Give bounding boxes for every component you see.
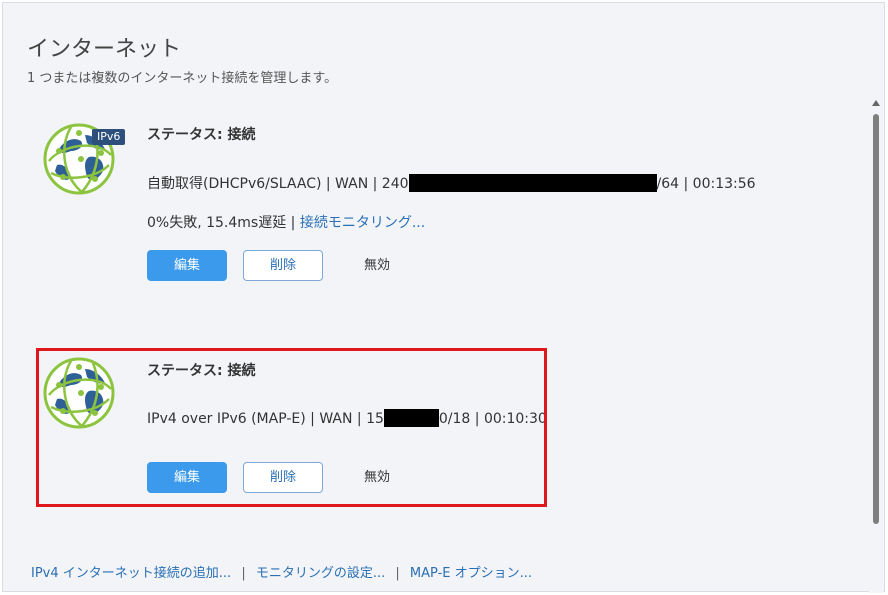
mape-options-link[interactable]: MAP-E オプション... [410, 566, 532, 581]
delete-button[interactable]: 削除 [243, 250, 323, 281]
monitoring-settings-link[interactable]: モニタリングの設定... [256, 566, 385, 581]
vertical-scrollbar[interactable] [869, 96, 883, 593]
edit-button[interactable]: 編集 [147, 250, 227, 281]
stats-text: 0%失敗, 15.4ms遅延 | [147, 215, 300, 231]
footer-links: IPv4 インターネット接続の追加... | モニタリングの設定... | MA… [31, 562, 532, 581]
disable-button[interactable]: 無効 [364, 251, 390, 280]
separator: | [395, 566, 400, 581]
scroll-up-arrow-icon[interactable] [872, 100, 880, 106]
scroll-thumb[interactable] [873, 114, 879, 524]
monitor-connection-link[interactable]: 接続モニタリング... [300, 215, 425, 231]
highlight-box [36, 348, 547, 507]
add-ipv4-connection-link[interactable]: IPv4 インターネット接続の追加... [31, 566, 231, 581]
connection-stats: 0%失敗, 15.4ms遅延 | 接続モニタリング... [147, 212, 425, 232]
internet-panel: インターネット 1 つまたは複数のインターネット接続を管理します。 IPv6 ス… [2, 2, 885, 593]
separator: | [241, 566, 246, 581]
connection-card-mape: ステータス: 接続 IPv4 over IPv6 (MAP-E) | WAN |… [3, 3, 863, 493]
